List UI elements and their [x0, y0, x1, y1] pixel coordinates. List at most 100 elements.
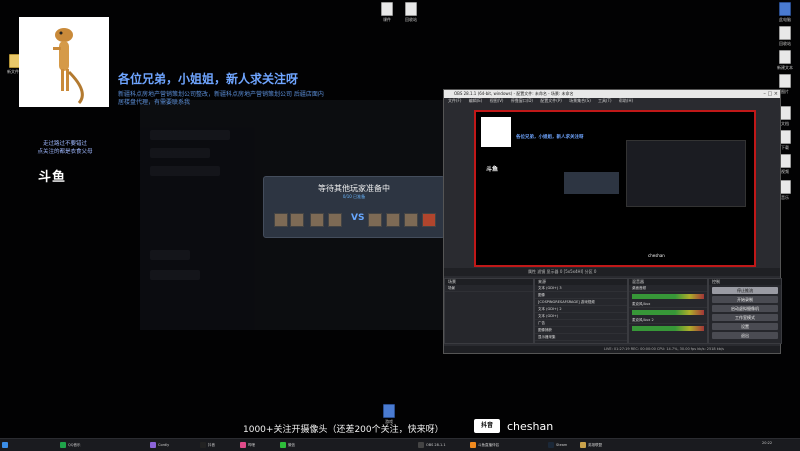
- menu-edit[interactable]: 编辑(E): [469, 98, 483, 103]
- maximize-icon[interactable]: □: [767, 91, 772, 97]
- taskbar-clock[interactable]: 20:22: [762, 441, 772, 449]
- taskbar-item[interactable]: 英雄联盟: [580, 441, 602, 449]
- preview-handle: cheshan: [648, 253, 665, 258]
- streamer-handle: cheshan: [507, 420, 554, 433]
- scenes-dock: 场景 场景: [444, 278, 534, 344]
- source-item[interactable]: 文本 (GDI+) 2: [535, 306, 627, 313]
- tiktok-badge: 抖音: [474, 419, 500, 433]
- overlay-subline: 新疆科点房地产营销策划公司整改，新疆科点房地产营销策划公司 后疆店面内居楼盘代理…: [118, 91, 324, 106]
- app-icon: [383, 404, 395, 418]
- audio-meter[interactable]: [632, 310, 704, 315]
- champion-portrait: [310, 213, 324, 227]
- obs-properties-bar[interactable]: 属性 滤镜 显示器 0 [5x5x4HI] 分区 0: [444, 268, 780, 276]
- obs-window[interactable]: OBS 28.1.1 (64-bit, windows) - 配置文件: 未命名…: [443, 89, 782, 354]
- taskbar-item[interactable]: 微信: [280, 441, 295, 449]
- app-icon: [580, 442, 586, 448]
- taskbar-item[interactable]: OBS 28.1.1: [418, 441, 446, 449]
- ghost-row: [150, 270, 200, 280]
- ghost-row: [150, 166, 220, 176]
- taskbar-item[interactable]: Steam: [548, 441, 567, 449]
- champion-portrait: [386, 213, 400, 227]
- scene-item[interactable]: 场景: [445, 285, 533, 292]
- file-icon: [779, 74, 791, 88]
- start-button[interactable]: [2, 441, 10, 449]
- bottom-ticker: 1000+关注开摄像头（还差200个关注，快来呀）: [243, 425, 444, 435]
- source-item[interactable]: 图像: [535, 292, 627, 299]
- preview-nested-screen: [626, 140, 746, 207]
- window-controls[interactable]: – □ ×: [763, 90, 778, 98]
- computer-icon: [779, 2, 791, 16]
- meerkat-icon: [53, 28, 84, 105]
- obs-preview[interactable]: 各位兄弟，小姐姐，新人求关注呀 斗鱼 cheshan: [474, 110, 756, 267]
- overlay-left-note: 走过路过不要错过 点关注的都是衣食父母: [37, 141, 93, 155]
- file-icon: [381, 2, 393, 16]
- source-item[interactable]: 广告: [535, 320, 627, 327]
- champion-portrait: [274, 213, 288, 227]
- desktop-icon-pc[interactable]: 此电脑: [772, 2, 798, 22]
- menu-tools[interactable]: 工具(T): [598, 98, 612, 103]
- app-icon: [240, 442, 246, 448]
- file-icon: [405, 2, 417, 16]
- taskbar-item[interactable]: Cordly: [150, 441, 169, 449]
- preview-headline: 各位兄弟，小姐姐，新人求关注呀: [516, 135, 584, 140]
- steam-icon: [548, 442, 554, 448]
- ghost-row: [150, 148, 210, 158]
- menu-docks[interactable]: 停靠窗口(D): [511, 98, 533, 103]
- overlay-headline: 各位兄弟，小姐姐，新人求关注呀: [118, 72, 299, 86]
- preview-queue: [564, 172, 619, 194]
- file-icon: [779, 50, 791, 64]
- douyu-logo: 斗鱼: [38, 170, 67, 185]
- audio-meter[interactable]: [632, 294, 704, 299]
- source-item[interactable]: 文本 (GDI+): [535, 313, 627, 320]
- menu-file[interactable]: 文件(F): [448, 98, 461, 103]
- menu-profile[interactable]: 配置文件(P): [540, 98, 562, 103]
- desktop-icon-recycle[interactable]: 回收站: [398, 2, 424, 22]
- source-item[interactable]: 图像捕获: [535, 327, 627, 334]
- stop-streaming-button[interactable]: 停止推流: [712, 287, 778, 294]
- menu-help[interactable]: 帮助(H): [619, 98, 633, 103]
- champion-portrait: [422, 213, 436, 227]
- windows-icon: [2, 442, 8, 448]
- versus-label: VS: [351, 213, 365, 223]
- source-item[interactable]: 文本 (GDI+) 3: [535, 285, 627, 292]
- desktop-icon-bin[interactable]: 回收站: [772, 26, 798, 46]
- minimize-icon[interactable]: –: [763, 91, 766, 97]
- taskbar-item[interactable]: 斗鱼直播伴侣: [470, 441, 499, 449]
- ghost-row: [150, 250, 190, 260]
- taskbar-item[interactable]: 哔哩: [240, 441, 255, 449]
- controls-dock: 控制 停止推流 开始录制 启动虚拟摄像机 工作室模式 设置 退出: [708, 278, 782, 344]
- menu-scene-collection[interactable]: 场景集合(S): [569, 98, 591, 103]
- obs-title-bar[interactable]: OBS 28.1.1 (64-bit, windows) - 配置文件: 未命名…: [444, 90, 780, 98]
- champion-portrait: [368, 213, 382, 227]
- preview-mascot: [481, 117, 511, 147]
- app-icon: [470, 442, 476, 448]
- app-icon: [150, 442, 156, 448]
- champion-portrait: [404, 213, 418, 227]
- desktop-icon-kejian[interactable]: 课件: [374, 2, 400, 22]
- obs-icon: [418, 442, 424, 448]
- champion-portrait: [328, 213, 342, 227]
- ghost-row: [150, 130, 230, 140]
- queue-panel: 等待其他玩家准备中 0/10 已准备 VS: [263, 176, 445, 238]
- virtual-camera-button[interactable]: 启动虚拟摄像机: [712, 305, 778, 312]
- queue-count: 0/10 已准备: [342, 194, 366, 199]
- source-item[interactable]: 显示器采集: [535, 334, 627, 341]
- settings-button[interactable]: 设置: [712, 323, 778, 330]
- close-icon[interactable]: ×: [774, 91, 778, 97]
- source-item[interactable]: [COSPINGRESAFSRAGE] 游戏视频: [535, 299, 627, 306]
- start-recording-button[interactable]: 开始录制: [712, 296, 778, 303]
- mixer-channel-label: 麦克风/Aux 2: [629, 317, 707, 324]
- exit-button[interactable]: 退出: [712, 332, 778, 339]
- menu-view[interactable]: 视图(V): [490, 98, 504, 103]
- studio-mode-button[interactable]: 工作室模式: [712, 314, 778, 321]
- obs-menu-bar: 文件(F) 编辑(E) 视图(V) 停靠窗口(D) 配置文件(P) 场景集合(S…: [444, 98, 780, 104]
- app-icon: [200, 442, 206, 448]
- taskbar-item[interactable]: 抖音: [200, 441, 215, 449]
- app-icon: [60, 442, 66, 448]
- desktop-icon-text[interactable]: 新建文本: [772, 50, 798, 70]
- mixer-channel-label: 桌面音频: [629, 285, 707, 292]
- taskbar-item[interactable]: QQ音乐: [60, 441, 81, 449]
- audio-meter[interactable]: [632, 326, 704, 331]
- desktop-icon-games[interactable]: 游戏: [376, 404, 402, 424]
- queue-title: 等待其他玩家准备中: [318, 184, 390, 193]
